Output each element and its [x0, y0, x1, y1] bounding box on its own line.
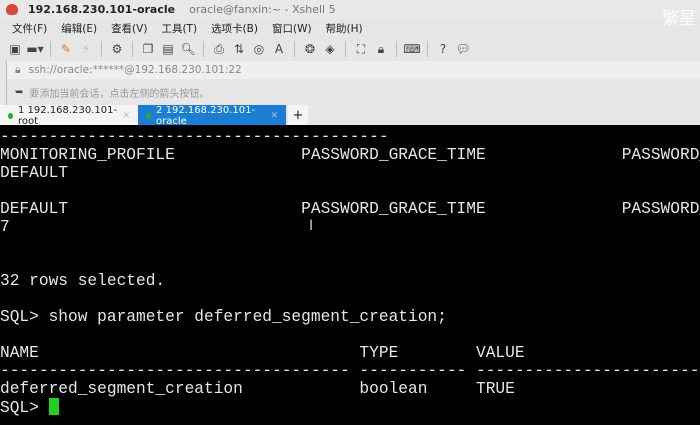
terminal-line: ---------------------------------------- — [0, 128, 389, 146]
toolbar: ▣ ▬▾ ✎ ⚡ ⚙ ❐ ▤ 🔍︎ ⎙ ⇅ ◎ A ❂ ◈ ⛶ 🔒︎ ⌨ ? 💬… — [0, 37, 700, 61]
window-title: 192.168.230.101-oracle — [28, 3, 176, 16]
add-tab-button[interactable]: + — [288, 105, 308, 126]
divider — [345, 41, 346, 57]
divider — [203, 41, 204, 57]
terminal-line: DEFAULT — [0, 164, 68, 182]
divider — [427, 41, 428, 57]
divider — [132, 41, 133, 57]
menu-window[interactable]: 窗口(W) — [272, 21, 312, 36]
menu-tabs[interactable]: 选项卡(B) — [211, 21, 258, 36]
menu-bar: 文件(F) 编辑(E) 查看(V) 工具(T) 选项卡(B) 窗口(W) 帮助(… — [0, 19, 700, 37]
fullscreen-icon[interactable]: ⛶ — [354, 42, 368, 56]
terminal-line: MONITORING_PROFILE PASSWORD_GRACE_TIME P… — [0, 146, 700, 164]
prompt: SQL> — [0, 399, 49, 417]
status-dot-icon — [146, 112, 152, 119]
help-icon[interactable]: ? — [436, 42, 450, 56]
cursor — [48, 398, 59, 415]
copy-icon[interactable]: ❐ — [141, 42, 155, 56]
script-icon[interactable]: ◈ — [323, 42, 337, 56]
terminal-line: ------------------------------------ ---… — [0, 362, 700, 380]
terminal-line: NAME TYPE VALUE — [0, 344, 525, 362]
keyboard-icon[interactable]: ⌨ — [403, 42, 420, 56]
disconnect-icon[interactable]: ⚡ — [79, 42, 93, 56]
divider — [101, 41, 102, 57]
terminal-line: deferred_segment_creation boolean TRUE — [0, 380, 515, 398]
new-session-icon[interactable]: ▣ — [8, 42, 22, 56]
tab-oracle[interactable]: 2 192.168.230.101-oracle ✕ — [138, 104, 286, 127]
watermark: 繁星 — [662, 9, 696, 29]
arrow-icon[interactable]: ➥ — [15, 87, 23, 98]
tab-label: 1 192.168.230.101-root — [18, 104, 118, 127]
font-icon[interactable]: A — [272, 42, 286, 56]
transfer-icon[interactable]: ⇅ — [232, 42, 246, 56]
status-dot-icon — [8, 112, 14, 119]
globe-icon[interactable]: ◎ — [252, 42, 266, 56]
lock-icon[interactable]: 🔒︎ — [374, 42, 388, 56]
close-icon[interactable]: ✕ — [122, 111, 130, 121]
xshell-logo-icon — [6, 4, 18, 15]
terminal-line: SQL> show parameter deferred_segment_cre… — [0, 308, 447, 326]
terminal-line: 7 — [0, 218, 10, 236]
hint-text: 要添加当前会话，点击左侧的箭头按钮。 — [29, 88, 210, 100]
lock-icon: 🔒︎ — [15, 63, 21, 76]
menu-file[interactable]: 文件(F) — [12, 21, 47, 36]
tab-root[interactable]: 1 192.168.230.101-root ✕ — [0, 104, 138, 127]
title-bar: 192.168.230.101-oracle oracle@fanxin:~ -… — [0, 0, 700, 19]
menu-help[interactable]: 帮助(H) — [326, 21, 363, 36]
xftp-icon[interactable]: ❂ — [303, 42, 317, 56]
open-icon[interactable]: ▬▾ — [26, 42, 43, 56]
close-icon[interactable]: ✕ — [270, 111, 278, 121]
divider — [396, 41, 397, 57]
address-bar[interactable]: 🔒︎ ssh://oracle:******@192.168.230.101:2… — [6, 61, 700, 79]
menu-view[interactable]: 查看(V) — [111, 21, 147, 36]
session-hint-bar: ➥ 要添加当前会话，点击左侧的箭头按钮。 — [6, 79, 700, 105]
edit-icon[interactable]: ✎ — [59, 42, 73, 56]
find-icon[interactable]: 🔍︎ — [180, 42, 195, 56]
terminal-line: 32 rows selected. — [0, 272, 166, 290]
chat-icon[interactable]: 💬︎ — [455, 42, 470, 56]
terminal[interactable]: ----------------------------------------… — [0, 125, 700, 425]
text-cursor-icon: I — [309, 218, 314, 234]
menu-edit[interactable]: 编辑(E) — [61, 21, 97, 36]
window-subtitle: oracle@fanxin:~ - Xshell 5 — [189, 3, 336, 16]
address-text: ssh://oracle:******@192.168.230.101:22 — [28, 64, 242, 76]
paste-icon[interactable]: ▤ — [161, 42, 175, 56]
menu-tools[interactable]: 工具(T) — [161, 21, 197, 36]
print-icon[interactable]: ⎙ — [212, 42, 226, 56]
divider — [294, 41, 295, 57]
divider — [50, 41, 51, 57]
terminal-line: DEFAULT PASSWORD_GRACE_TIME PASSWORD_GRA… — [0, 200, 700, 218]
properties-icon[interactable]: ⚙ — [110, 42, 124, 56]
tab-label: 2 192.168.230.101-oracle — [156, 104, 256, 127]
